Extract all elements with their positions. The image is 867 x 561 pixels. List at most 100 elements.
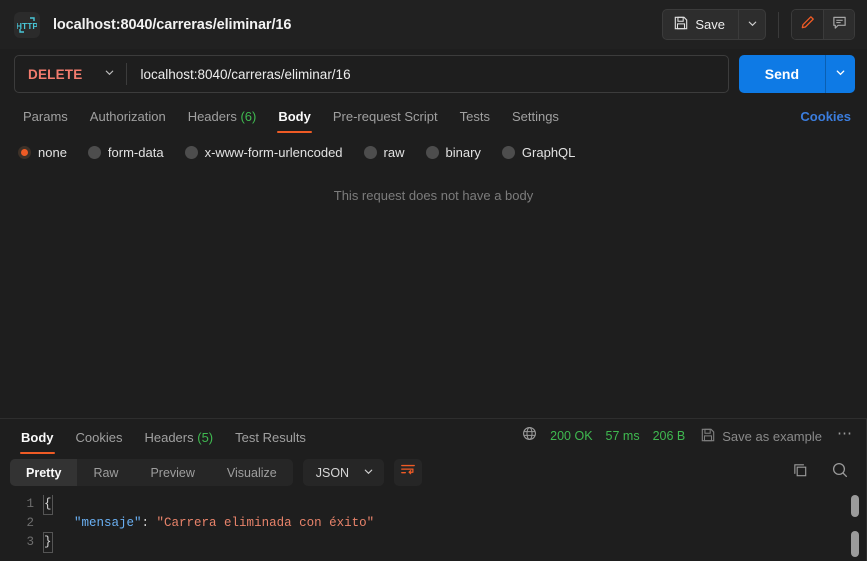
- save-group: Save: [662, 9, 766, 40]
- word-wrap-button[interactable]: [394, 459, 423, 486]
- tab-pre-request-script[interactable]: Pre-request Script: [322, 109, 449, 133]
- view-mode-preview[interactable]: Preview: [134, 459, 210, 486]
- pencil-icon: [800, 15, 815, 35]
- response-format-selector[interactable]: JSON: [302, 459, 385, 486]
- save-as-example-button[interactable]: Save as example: [701, 428, 822, 445]
- response-scrollbar[interactable]: [851, 495, 859, 559]
- save-button[interactable]: Save: [663, 10, 738, 39]
- tab-label: Params: [23, 109, 68, 124]
- chevron-down-icon: [835, 65, 846, 83]
- request-title: localhost:8040/carreras/eliminar/16: [53, 16, 292, 33]
- http-icon: HTTP: [14, 11, 40, 38]
- save-as-example-label: Save as example: [722, 428, 822, 444]
- line-number: 2: [26, 516, 34, 530]
- method-label: DELETE: [28, 66, 83, 82]
- response-size: 206 B: [652, 429, 686, 443]
- body-type-x-www-form-urlencoded[interactable]: x-www-form-urlencoded: [184, 145, 343, 160]
- comment-icon: [832, 15, 847, 35]
- tab-label: Body: [21, 430, 54, 445]
- tab-authorization[interactable]: Authorization: [79, 109, 177, 133]
- send-button[interactable]: Send: [739, 55, 825, 93]
- tab-tests[interactable]: Tests: [449, 109, 501, 133]
- copy-button[interactable]: [792, 462, 809, 484]
- body-type-form-data[interactable]: form-data: [87, 145, 164, 160]
- response-tab-cookies[interactable]: Cookies: [65, 430, 134, 454]
- method-selector[interactable]: DELETE: [15, 56, 126, 92]
- search-button[interactable]: [831, 461, 849, 484]
- response-pane: Body Cookies Headers (5) Test Results 20…: [0, 418, 867, 561]
- send-group: Send: [738, 55, 855, 93]
- view-mode-raw[interactable]: Raw: [77, 459, 134, 486]
- response-headers-count: (5): [197, 430, 214, 445]
- response-time: 57 ms: [605, 429, 640, 443]
- tab-label: Cookies: [75, 430, 123, 445]
- body-type-binary[interactable]: binary: [425, 145, 481, 160]
- send-options-button[interactable]: [825, 55, 855, 93]
- tab-label: Headers: [144, 430, 194, 445]
- radio-icon: [18, 146, 31, 159]
- search-icon: [831, 462, 849, 483]
- scrollbar-thumb[interactable]: [851, 531, 859, 557]
- code-token-string: "Carrera eliminada con éxito": [156, 516, 375, 530]
- headers-count: (6): [240, 109, 257, 124]
- code-line: 3 }: [0, 532, 867, 553]
- response-body-code[interactable]: 1 { 2 "mensaje" : "Carrera eliminada con…: [0, 495, 867, 559]
- line-number: 3: [26, 535, 34, 549]
- body-type-none[interactable]: none: [18, 145, 67, 160]
- save-options-button[interactable]: [738, 10, 765, 39]
- radio-icon: [184, 146, 198, 159]
- tab-label: Settings: [511, 109, 559, 124]
- tab-settings[interactable]: Settings: [501, 109, 570, 133]
- toolbar-divider: [778, 11, 779, 38]
- comment-button[interactable]: [823, 10, 854, 39]
- body-type-label: form-data: [107, 145, 164, 160]
- url-bar: DELETE localhost:8040/carreras/eliminar/…: [14, 55, 729, 93]
- word-wrap-icon: [400, 462, 416, 483]
- floppy-disk-icon: [674, 16, 688, 33]
- body-type-label: raw: [383, 145, 405, 160]
- globe-icon: [522, 426, 537, 446]
- ellipsis-icon[interactable]: ⋯: [835, 426, 855, 443]
- tab-label: Body: [278, 109, 311, 124]
- empty-body-message: This request does not have a body: [333, 188, 534, 203]
- response-tab-headers[interactable]: Headers (5): [133, 430, 224, 454]
- view-toggle-group: [791, 9, 855, 40]
- response-tabs: Body Cookies Headers (5) Test Results 20…: [0, 419, 867, 454]
- code-token-key: "mensaje": [74, 516, 142, 530]
- code-token-colon: :: [141, 516, 157, 530]
- request-tabs: Params Authorization Headers (6) Body Pr…: [0, 101, 867, 133]
- top-bar: HTTP localhost:8040/carreras/eliminar/16…: [0, 0, 867, 49]
- view-mode-visualize[interactable]: Visualize: [211, 459, 293, 486]
- body-type-label: GraphQL: [521, 145, 576, 160]
- top-bar-actions: Save: [662, 9, 855, 40]
- body-type-label: x-www-form-urlencoded: [204, 145, 343, 160]
- response-view-modes: Pretty Raw Preview Visualize: [10, 459, 293, 486]
- view-mode-pretty[interactable]: Pretty: [10, 459, 78, 486]
- body-type-graphql[interactable]: GraphQL: [501, 145, 576, 160]
- scrollbar-thumb-top[interactable]: [851, 495, 859, 517]
- code-token-brace: {: [43, 495, 53, 515]
- response-meta: 200 OK 57 ms 206 B Save as example ⋯: [522, 426, 855, 454]
- body-type-label: none: [38, 145, 67, 160]
- radio-icon: [87, 146, 101, 159]
- tab-params[interactable]: Params: [12, 109, 79, 133]
- response-tab-body[interactable]: Body: [10, 430, 65, 454]
- copy-icon: [792, 463, 809, 483]
- tab-body[interactable]: Body: [267, 109, 322, 133]
- floppy-disk-icon: [701, 428, 715, 445]
- cookies-link[interactable]: Cookies: [800, 109, 855, 133]
- code-line: 2 "mensaje" : "Carrera eliminada con éxi…: [0, 514, 867, 533]
- tab-label: Test Results: [235, 430, 306, 445]
- body-type-raw[interactable]: raw: [363, 145, 405, 160]
- url-input[interactable]: localhost:8040/carreras/eliminar/16: [127, 67, 350, 82]
- response-status: 200 OK: [550, 429, 593, 443]
- edit-button[interactable]: [792, 10, 823, 39]
- tab-label: Tests: [459, 109, 490, 124]
- response-tools-right: [792, 461, 855, 484]
- tab-label: Pre-request Script: [332, 109, 438, 124]
- response-tab-test-results[interactable]: Test Results: [224, 430, 317, 454]
- chevron-down-icon: [747, 16, 758, 34]
- tab-label: Headers: [187, 109, 237, 124]
- radio-icon: [501, 146, 515, 159]
- tab-headers[interactable]: Headers (6): [177, 109, 268, 133]
